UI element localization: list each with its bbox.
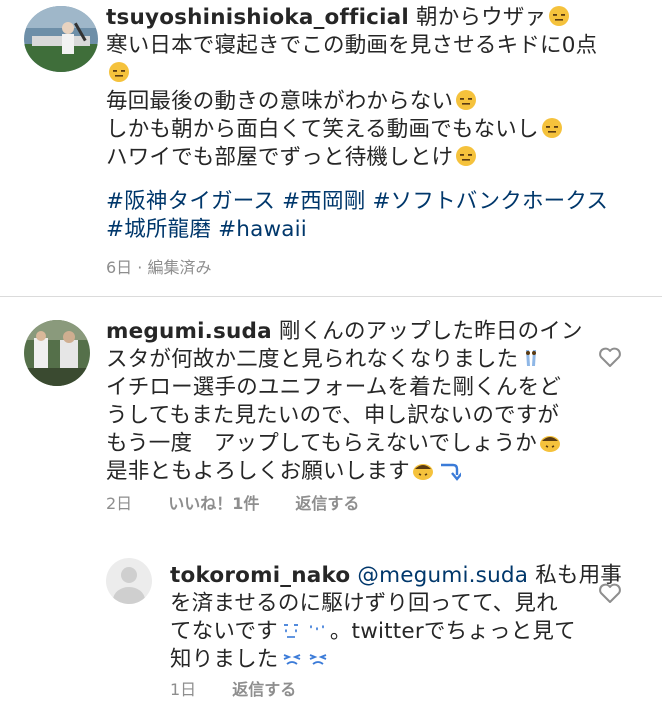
- comment-line-5: もう一度 アップしてもらえないでしょうか: [106, 430, 563, 458]
- post-caption-line-2: 寒い日本で寝起きでこの動画を見させるキドに0点: [106, 32, 597, 60]
- caption-text: 寒い日本で寝起きでこの動画を見させるキドに0点: [106, 33, 598, 58]
- caption-text: 朝からウザァ: [416, 5, 547, 30]
- reply-author-avatar-placeholder[interactable]: [106, 558, 152, 604]
- hashtag-link[interactable]: #城所龍磨: [106, 217, 211, 242]
- expressionless-face-emoji-icon: [540, 117, 564, 139]
- meta-separator: ·: [132, 258, 148, 277]
- comment-text: もう一度 アップしてもらえないでしょうか: [106, 431, 537, 456]
- curved-arrow-down-emoji-icon: [437, 459, 463, 481]
- comment-text: うしてもまた見たいので、申し訳ないのですが: [106, 403, 560, 428]
- comment-line-1: megumi.suda 剛くんのアップした昨日のイン: [106, 318, 583, 346]
- comment-text: スタが何故か二度と見られなくなりました: [106, 347, 519, 372]
- tired-face-emoji-icon: [306, 647, 330, 669]
- comment-text: 是非ともよろしくお願いします: [106, 459, 410, 484]
- like-reply-heart-icon[interactable]: [598, 582, 622, 604]
- post-meta: 6日 · 編集済み: [106, 254, 211, 278]
- comment-line-6: 是非ともよろしくお願いします: [106, 458, 463, 486]
- comment-line-4: うしてもまた見たいので、申し訳ないのですが: [106, 402, 559, 430]
- bowing-person-emoji-icon: [411, 459, 435, 481]
- caption-text: 毎回最後の動きの意味がわからない: [106, 89, 454, 114]
- post-caption-line-1: tsuyoshinishioka_official 朝からウザァ: [106, 4, 572, 32]
- post-author-username[interactable]: tsuyoshinishioka_official: [106, 5, 409, 30]
- hashtag-row-1: #阪神タイガース #西岡剛 #ソフトバンクホークス: [106, 188, 608, 216]
- post-caption-line-4: しかも朝から面白くて笑える動画でもないし: [106, 116, 565, 144]
- reply-line-2: を済ませるのに駆けずり回ってて、見れ: [170, 590, 558, 618]
- post-time: 6日: [106, 258, 133, 277]
- hashtag-row-2: #城所龍磨 #hawaii: [106, 216, 307, 244]
- caption-text: ハワイでも部屋でずっと待機しとけ: [106, 145, 454, 170]
- reply-line-1: tokoromi_nako @megumi.suda 私も用事: [170, 562, 622, 590]
- reply-time: 1日: [170, 680, 197, 699]
- section-divider: [0, 296, 662, 297]
- crying-face-emoji-icon: [519, 347, 543, 369]
- caption-text: しかも朝から面白くて笑える動画でもないし: [106, 117, 539, 142]
- bowing-person-emoji-icon: [538, 431, 562, 453]
- reply-meta: 1日 返信する: [170, 676, 296, 700]
- reply-line-3: てないです 。twitterでちょっと見て: [170, 618, 576, 646]
- reply-button[interactable]: 返信する: [295, 494, 359, 513]
- reply-text: 。twitterでちょっと見て: [329, 619, 576, 644]
- sweat-drops-emoji-icon: [305, 619, 329, 641]
- expressionless-face-emoji-icon: [454, 145, 478, 167]
- comment-time: 2日: [106, 494, 133, 513]
- comment-text: 剛くんのアップした昨日のイン: [278, 319, 583, 344]
- reply-line-4: 知りました: [170, 646, 331, 674]
- mention-link[interactable]: @megumi.suda: [357, 563, 528, 588]
- like-comment-heart-icon[interactable]: [598, 346, 622, 368]
- comment-author-avatar[interactable]: [24, 320, 90, 386]
- expressionless-face-emoji-icon: [454, 89, 478, 111]
- hashtag-link[interactable]: #阪神タイガース: [106, 189, 275, 214]
- reply-button[interactable]: 返信する: [232, 680, 296, 699]
- edited-label: 編集済み: [147, 258, 212, 277]
- hashtag-link[interactable]: #西岡剛: [282, 189, 365, 214]
- post-caption-line-5: ハワイでも部屋でずっと待機しとけ: [106, 144, 479, 172]
- tired-face-emoji-icon: [280, 647, 304, 669]
- sweat-drops-emoji-icon: [279, 619, 303, 641]
- comment-likes-count[interactable]: いいね！1件: [168, 494, 259, 513]
- reply-text: 知りました: [170, 647, 279, 672]
- comment-text: イチロー選手のユニフォームを着た剛くんをど: [106, 375, 562, 400]
- hashtag-link[interactable]: #hawaii: [218, 217, 307, 242]
- reply-author-username[interactable]: tokoromi_nako: [170, 563, 350, 588]
- post-caption-line-2b: [106, 60, 132, 88]
- expressionless-face-emoji-icon: [547, 5, 571, 27]
- hashtag-link[interactable]: #ソフトバンクホークス: [372, 189, 608, 214]
- post-author-avatar[interactable]: [24, 6, 98, 72]
- expressionless-face-emoji-icon: [107, 61, 131, 83]
- comment-meta: 2日 いいね！1件 返信する: [106, 490, 359, 514]
- comment-line-3: イチロー選手のユニフォームを着た剛くんをど: [106, 374, 561, 402]
- post-caption-line-3: 毎回最後の動きの意味がわからない: [106, 88, 479, 116]
- comment-author-username[interactable]: megumi.suda: [106, 319, 272, 344]
- reply-text: てないです: [170, 619, 278, 644]
- comment-line-2: スタが何故か二度と見られなくなりました: [106, 346, 544, 374]
- reply-text: を済ませるのに駆けずり回ってて、見れ: [170, 591, 558, 616]
